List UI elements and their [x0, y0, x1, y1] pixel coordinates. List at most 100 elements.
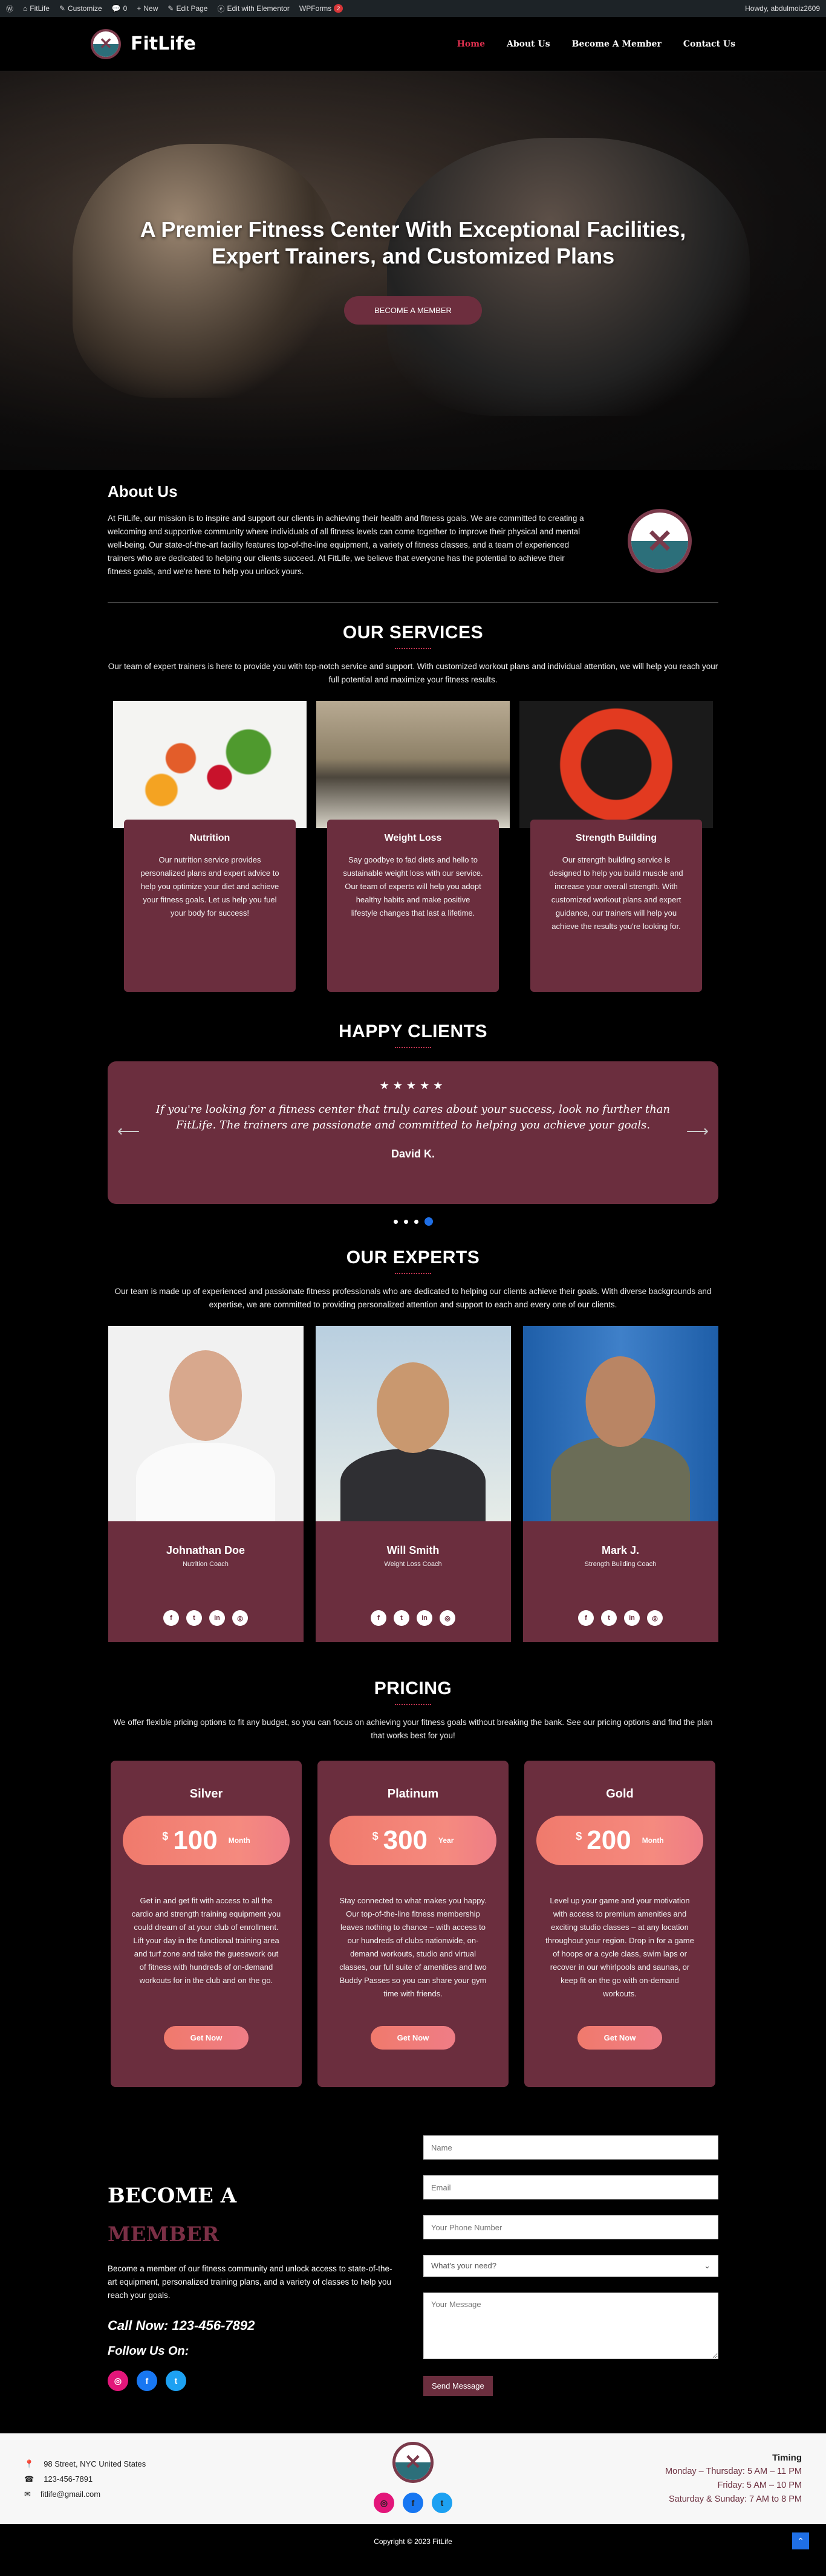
admin-new-link[interactable]: + New [137, 4, 158, 13]
admin-howdy[interactable]: Howdy, abdulmoiz2609 [745, 4, 820, 13]
linkedin-icon[interactable]: in [624, 1610, 640, 1626]
plan-name: Platinum [387, 1787, 439, 1801]
services-section: OUR SERVICES Our team of expert trainers… [108, 603, 718, 997]
twitter-icon[interactable]: t [186, 1610, 202, 1626]
plan-name: Silver [189, 1787, 223, 1801]
twitter-icon[interactable]: t [432, 2493, 452, 2513]
copyright-bar: Copyright © 2023 FitLife ⌃ [0, 2524, 826, 2559]
get-now-button[interactable]: Get Now [163, 2026, 249, 2050]
linkedin-icon[interactable]: in [417, 1610, 432, 1626]
footer-email[interactable]: ✉ fitlife@gmail.com [24, 2487, 146, 2502]
instagram-icon[interactable]: ◎ [374, 2493, 394, 2513]
footer-address: 📍 98 Street, NYC United States [24, 2456, 146, 2471]
location-icon: 📍 [24, 2459, 34, 2468]
email-field[interactable] [423, 2175, 718, 2199]
plan-text: Stay connected to what makes you happy. … [339, 1896, 487, 1998]
twitter-icon[interactable]: t [394, 1610, 409, 1626]
footer-logo-icon: ✕ [392, 2442, 434, 2483]
follow-us-label: Follow Us On: [108, 2345, 189, 2358]
send-message-button[interactable]: Send Message [423, 2376, 493, 2396]
admin-edit-page-link[interactable]: ✎ Edit Page [167, 4, 207, 13]
next-arrow-icon[interactable]: ⟶ [686, 1122, 709, 1141]
title-underline [395, 1047, 431, 1049]
slider-dot[interactable] [393, 1219, 398, 1224]
pricing-plan-silver: Silver $ 100 Month Get in and get fit wi… [111, 1761, 302, 2087]
admin-wpforms-link[interactable]: WPForms 2 [299, 4, 343, 13]
currency: $ [162, 1830, 169, 1842]
member-heading-line1: BECOME A [108, 2184, 237, 2208]
name-field[interactable] [423, 2135, 718, 2160]
message-field[interactable] [423, 2293, 718, 2359]
title-underline [395, 1273, 431, 1275]
slider-dot-active[interactable] [424, 1217, 433, 1226]
prev-arrow-icon[interactable]: ⟵ [117, 1122, 140, 1141]
linkedin-icon[interactable]: in [209, 1610, 225, 1626]
nutrition-image [113, 701, 307, 828]
service-title: Nutrition [189, 833, 230, 843]
site-logo[interactable]: ✕ FitLife [91, 28, 196, 59]
service-text: Say goodbye to fad diets and hello to su… [343, 855, 483, 917]
nav-become-member[interactable]: Become A Member [572, 39, 662, 49]
admin-wpforms-label: WPForms [299, 4, 332, 13]
nav-home[interactable]: Home [457, 39, 485, 49]
admin-site-link[interactable]: ⌂ FitLife [23, 4, 50, 13]
phone-field[interactable] [423, 2215, 718, 2239]
expert-card: Johnathan Doe Nutrition Coach f t in ◎ [108, 1326, 304, 1642]
scroll-to-top-icon[interactable]: ⌃ [792, 2532, 809, 2549]
price-amount: 300 [383, 1825, 428, 1855]
price-period: Month [228, 1836, 250, 1845]
expert-role: Weight Loss Coach [384, 1561, 442, 1568]
instagram-icon[interactable]: ◎ [440, 1610, 455, 1626]
get-now-button[interactable]: Get Now [370, 2026, 456, 2050]
pricing-section: PRICING We offer flexible pricing option… [108, 1642, 718, 2087]
instagram-icon[interactable]: ◎ [108, 2371, 128, 2391]
member-heading-line2: MEMBER [108, 2222, 220, 2247]
nav-about-us[interactable]: About Us [507, 39, 550, 49]
price-amount: 100 [173, 1825, 218, 1855]
twitter-icon[interactable]: t [601, 1610, 617, 1626]
facebook-icon[interactable]: f [578, 1610, 594, 1626]
admin-customize-link[interactable]: ✎ Customize [59, 4, 102, 13]
need-select[interactable]: What's your need? ⌄ [423, 2255, 718, 2277]
slider-dot[interactable] [414, 1219, 418, 1224]
contact-section: BECOME A MEMBER Become a member of our f… [108, 2087, 718, 2396]
wordpress-logo-icon[interactable]: Ⓦ [6, 4, 13, 14]
weight-loss-image [316, 701, 510, 828]
service-title: Weight Loss [384, 833, 442, 843]
become-member-button[interactable]: BECOME A MEMBER [344, 296, 482, 325]
nav-contact-us[interactable]: Contact Us [683, 39, 735, 49]
rating-stars: ★★★★★ [379, 1079, 447, 1092]
facebook-icon[interactable]: f [371, 1610, 386, 1626]
service-card-nutrition: Nutrition Our nutrition service provides… [113, 701, 307, 997]
twitter-icon[interactable]: t [166, 2371, 186, 2391]
facebook-icon[interactable]: f [163, 1610, 179, 1626]
testimonial-quote: If you're looking for a fitness center t… [155, 1103, 671, 1131]
slider-dot[interactable] [403, 1219, 408, 1224]
price-pill: $ 300 Year [330, 1816, 496, 1865]
facebook-icon[interactable]: f [137, 2371, 157, 2391]
expert-name: Will Smith [386, 1544, 440, 1556]
get-now-button[interactable]: Get Now [577, 2026, 663, 2050]
timing-title: Timing [772, 2453, 802, 2463]
price-pill: $ 100 Month [123, 1816, 290, 1865]
timing-line: Saturday & Sunday: 7 AM to 8 PM [668, 2494, 802, 2504]
plan-text: Get in and get fit with access to all th… [131, 1896, 281, 1985]
currency: $ [576, 1830, 582, 1842]
site-footer: 📍 98 Street, NYC United States ☎ 123-456-7… [0, 2433, 826, 2524]
admin-comments-link[interactable]: 💬 0 [112, 4, 128, 13]
admin-elementor-label: Edit with Elementor [227, 4, 290, 13]
instagram-icon[interactable]: ◎ [232, 1610, 248, 1626]
timing-line: Friday: 5 AM – 10 PM [717, 2481, 802, 2490]
facebook-icon[interactable]: f [403, 2493, 423, 2513]
instagram-icon[interactable]: ◎ [647, 1610, 663, 1626]
price-period: Month [642, 1836, 664, 1845]
service-card-weight-loss: Weight Loss Say goodbye to fad diets and… [316, 701, 510, 997]
price-period: Year [438, 1836, 454, 1845]
main-nav: Home About Us Become A Member Contact Us [457, 39, 735, 49]
currency: $ [372, 1830, 379, 1842]
admin-elementor-link[interactable]: ⓔ Edit with Elementor [217, 4, 289, 14]
expert-role: Nutrition Coach [183, 1561, 229, 1568]
admin-site-label: FitLife [30, 4, 50, 13]
about-section: About Us At FitLife, our mission is to i… [108, 470, 718, 603]
price-amount: 200 [587, 1825, 631, 1855]
